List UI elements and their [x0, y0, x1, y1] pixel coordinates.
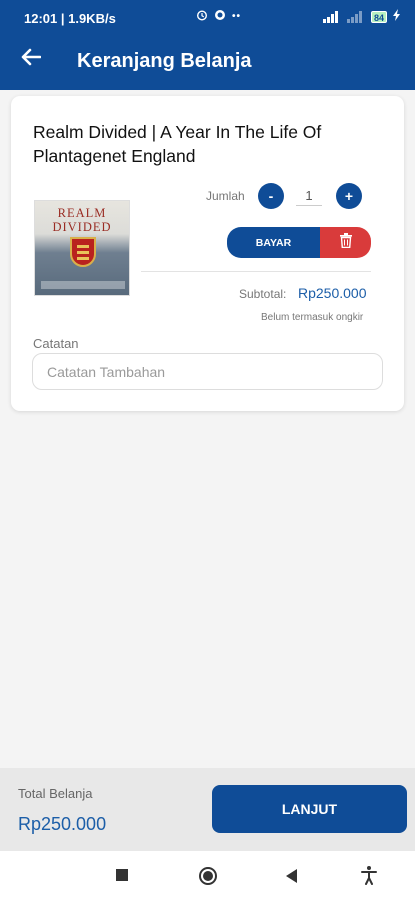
arrow-left-icon: [21, 48, 42, 71]
trash-icon: [339, 232, 352, 253]
shipping-note: Belum termasuk ongkir: [261, 312, 364, 323]
quantity-value[interactable]: 1: [296, 188, 322, 206]
book-cover-image[interactable]: REALM DIVIDED: [34, 200, 130, 296]
status-time: 12:01 | 1.9KB/s: [24, 11, 116, 26]
cover-title-line-1: REALM: [57, 206, 107, 220]
home-icon[interactable]: [199, 867, 217, 885]
cover-title-line-2: DIVIDED: [52, 220, 112, 234]
action-buttons: BAYAR: [227, 227, 371, 258]
coat-of-arms-icon: [70, 237, 96, 267]
cover-subtitle-block: [41, 281, 125, 289]
app-bar: Keranjang Belanja: [0, 32, 415, 90]
signal-icon: [322, 10, 341, 23]
note-label: Catatan: [33, 336, 79, 351]
subtotal-value: Rp250.000: [298, 285, 367, 301]
quantity-label: Jumlah: [206, 189, 245, 203]
checkout-bar: Total Belanja Rp250.000 LANJUT: [0, 768, 415, 851]
back-nav-icon[interactable]: [286, 869, 297, 883]
status-bar: 12:01 | 1.9KB/s •• 84: [0, 0, 415, 32]
divider: [141, 271, 371, 272]
note-input[interactable]: [32, 353, 383, 390]
back-button[interactable]: [16, 44, 46, 74]
whatsapp-icon: [214, 9, 226, 24]
increase-quantity-button[interactable]: +: [336, 183, 362, 209]
recent-apps-icon[interactable]: [116, 869, 128, 881]
product-title[interactable]: Realm Divided | A Year In The Life Of Pl…: [33, 120, 373, 168]
delete-button[interactable]: [320, 227, 371, 258]
cart-item-card: Realm Divided | A Year In The Life Of Pl…: [11, 96, 404, 411]
subtotal-label: Subtotal:: [239, 287, 287, 301]
total-value: Rp250.000: [18, 814, 107, 834]
page-title: Keranjang Belanja: [77, 50, 252, 72]
signal-icon: [346, 10, 365, 23]
accessibility-icon[interactable]: [360, 865, 378, 885]
bayar-button[interactable]: BAYAR: [227, 227, 320, 258]
more-icon: ••: [231, 11, 241, 22]
alarm-icon: [196, 9, 208, 24]
status-icons: •• 84: [196, 9, 401, 24]
lanjut-button[interactable]: LANJUT: [212, 785, 407, 833]
system-nav-bar: [0, 851, 415, 900]
decrease-quantity-button[interactable]: -: [258, 183, 284, 209]
plus-icon: +: [344, 188, 354, 204]
battery-icon: 84: [370, 10, 387, 23]
total-label: Total Belanja: [18, 786, 93, 801]
minus-icon: -: [268, 188, 274, 204]
charging-icon: [393, 9, 401, 24]
